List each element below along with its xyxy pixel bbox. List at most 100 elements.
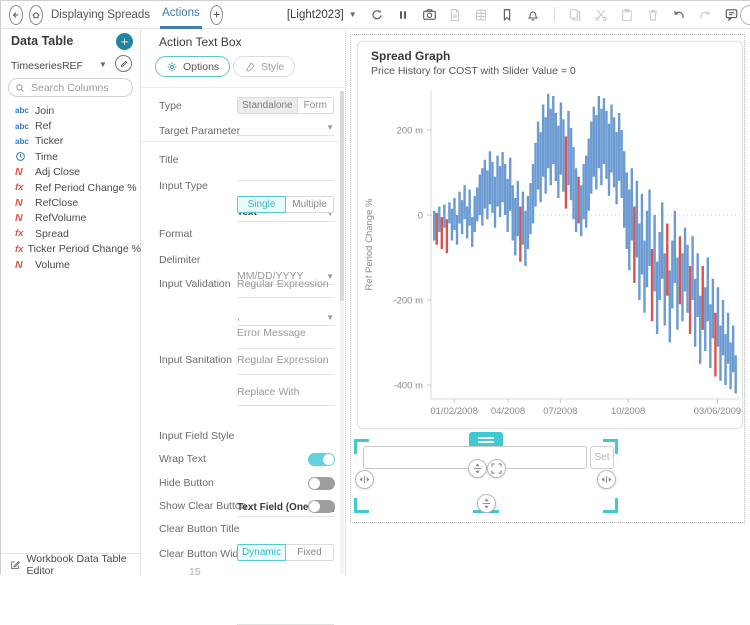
resize-right-handle[interactable] bbox=[597, 470, 616, 489]
column-item[interactable]: abcJoin bbox=[1, 103, 141, 118]
screenshot-button[interactable] bbox=[421, 6, 438, 23]
hide-button-toggle[interactable] bbox=[308, 477, 335, 490]
show-clear-button-toggle[interactable] bbox=[308, 500, 335, 513]
chart-subtitle: Price History for COST with Slider Value… bbox=[371, 65, 576, 77]
validation-regex-placeholder[interactable]: Regular Expression bbox=[237, 278, 329, 290]
tab-options[interactable]: Options bbox=[155, 56, 230, 77]
field-label-clear-button-width: Clear Button Width bbox=[159, 548, 247, 560]
svg-text:04/2008: 04/2008 bbox=[491, 406, 525, 417]
price-history-chart[interactable]: 200 m0-200 m-400 m01/02/200804/200807/20… bbox=[358, 42, 744, 430]
svg-text:Ref Period Change %: Ref Period Change % bbox=[364, 198, 375, 290]
action-text-box-widget[interactable]: Set bbox=[356, 441, 616, 511]
bookmarks-button[interactable] bbox=[499, 6, 516, 23]
pause-icon bbox=[397, 9, 409, 21]
text-type-icon: abc bbox=[15, 137, 29, 146]
sanitation-regex-input[interactable] bbox=[237, 374, 334, 375]
expand-icon bbox=[491, 463, 502, 474]
save-button[interactable]: Save bbox=[740, 5, 750, 25]
workbook-data-table-editor-link[interactable]: Workbook Data Table Editor bbox=[1, 553, 141, 576]
sanitation-regex-placeholder[interactable]: Regular Expression bbox=[237, 354, 329, 366]
theme-selector[interactable]: [Light2023] ▼ bbox=[287, 9, 357, 21]
replace-with-input[interactable] bbox=[237, 405, 334, 406]
column-item[interactable]: fxSpread bbox=[1, 226, 141, 241]
resize-bottom-handle[interactable] bbox=[477, 494, 496, 513]
column-item[interactable]: fxTicker Period Change % bbox=[1, 242, 141, 257]
toggle-knob bbox=[309, 501, 320, 512]
tab-actions[interactable]: Actions bbox=[160, 1, 202, 29]
resize-vertical-handle[interactable] bbox=[468, 459, 487, 478]
home-icon bbox=[30, 9, 42, 21]
column-item[interactable]: NVolume bbox=[1, 257, 141, 272]
notifications-button[interactable] bbox=[525, 6, 542, 23]
validation-regex-input[interactable] bbox=[237, 297, 334, 298]
column-item[interactable]: abcTicker bbox=[1, 134, 141, 149]
clear-button-title-input[interactable] bbox=[237, 610, 334, 625]
comment-icon bbox=[724, 7, 739, 22]
dashboard-canvas: Spread Graph Price History for COST with… bbox=[346, 29, 750, 576]
width-fixed-button[interactable]: Fixed bbox=[286, 544, 334, 561]
home-button[interactable] bbox=[29, 5, 43, 25]
tab-style[interactable]: Style bbox=[233, 56, 295, 77]
numeric-type-icon: N bbox=[15, 166, 23, 178]
wrap-text-toggle[interactable] bbox=[308, 453, 335, 466]
type-segmented-control: Standalone Form bbox=[237, 97, 334, 114]
redo-button[interactable] bbox=[697, 6, 714, 23]
column-item[interactable]: abcRef bbox=[1, 118, 141, 133]
target-parameter-select[interactable]: ▼ bbox=[237, 121, 334, 136]
text-type-icon: abc bbox=[15, 122, 29, 131]
pdf-file-icon bbox=[448, 8, 462, 22]
chevron-down-icon: ▼ bbox=[326, 123, 334, 132]
mode-single-button[interactable]: Single bbox=[237, 196, 286, 213]
comments-button[interactable] bbox=[723, 6, 740, 23]
column-item[interactable]: fxRef Period Change % bbox=[1, 180, 141, 195]
calculated-type-icon: fx bbox=[15, 228, 23, 239]
workbook-title: Displaying Spreads bbox=[51, 9, 150, 21]
cut-button[interactable] bbox=[593, 6, 610, 23]
undo-button[interactable] bbox=[671, 6, 688, 23]
paste-button[interactable] bbox=[619, 6, 636, 23]
back-button[interactable] bbox=[9, 5, 23, 25]
export-pdf-button[interactable] bbox=[447, 6, 464, 23]
mode-multiple-button[interactable]: Multiple bbox=[286, 196, 334, 213]
error-message-placeholder[interactable]: Error Message bbox=[237, 327, 306, 339]
spread-graph-card[interactable]: Spread Graph Price History for COST with… bbox=[357, 41, 743, 429]
refresh-button[interactable] bbox=[369, 6, 386, 23]
excel-file-icon bbox=[474, 8, 488, 22]
pause-button[interactable] bbox=[395, 6, 412, 23]
add-data-table-button[interactable]: + bbox=[116, 33, 133, 50]
camera-icon bbox=[422, 7, 437, 22]
add-sheet-button[interactable] bbox=[210, 5, 223, 25]
replace-with-placeholder[interactable]: Replace With bbox=[237, 386, 299, 398]
set-button[interactable]: Set bbox=[590, 446, 614, 469]
numeric-type-icon: N bbox=[15, 212, 23, 224]
column-item[interactable]: NAdj Close bbox=[1, 165, 141, 180]
undo-icon bbox=[672, 8, 686, 22]
fixed-width-value: 15 bbox=[189, 566, 201, 578]
data-table-selector[interactable]: TimeseriesREF bbox=[11, 60, 83, 72]
resize-left-handle[interactable] bbox=[355, 470, 374, 489]
column-search-box[interactable] bbox=[8, 78, 133, 97]
svg-text:01/02/2008: 01/02/2008 bbox=[430, 406, 478, 417]
type-form-button[interactable]: Form bbox=[298, 97, 334, 114]
search-input[interactable] bbox=[29, 81, 121, 95]
delimiter-select[interactable]: , ▼ bbox=[237, 311, 334, 326]
width-dynamic-button[interactable]: Dynamic bbox=[237, 544, 286, 561]
resize-free-handle[interactable] bbox=[487, 459, 506, 478]
pencil-icon bbox=[119, 59, 129, 69]
column-item[interactable]: NRefClose bbox=[1, 195, 141, 210]
delete-button[interactable] bbox=[645, 6, 662, 23]
chevron-down-icon[interactable]: ▼ bbox=[99, 60, 107, 69]
panel-scrollbar[interactable] bbox=[340, 91, 344, 574]
error-message-input[interactable] bbox=[237, 348, 334, 349]
column-item[interactable]: NRefVolume bbox=[1, 211, 141, 226]
title-input[interactable] bbox=[237, 166, 334, 181]
type-standalone-button[interactable]: Standalone bbox=[237, 97, 298, 114]
edit-data-table-button[interactable] bbox=[115, 55, 132, 72]
copy-button[interactable] bbox=[567, 6, 584, 23]
scrollbar-thumb[interactable] bbox=[340, 91, 344, 301]
resize-vertical-icon bbox=[481, 498, 492, 509]
export-excel-button[interactable] bbox=[473, 6, 490, 23]
column-item[interactable]: Time bbox=[1, 149, 141, 164]
width-segmented-control: Dynamic Fixed bbox=[237, 544, 334, 561]
field-label-input-sanitation: Input Sanitation bbox=[159, 354, 232, 366]
